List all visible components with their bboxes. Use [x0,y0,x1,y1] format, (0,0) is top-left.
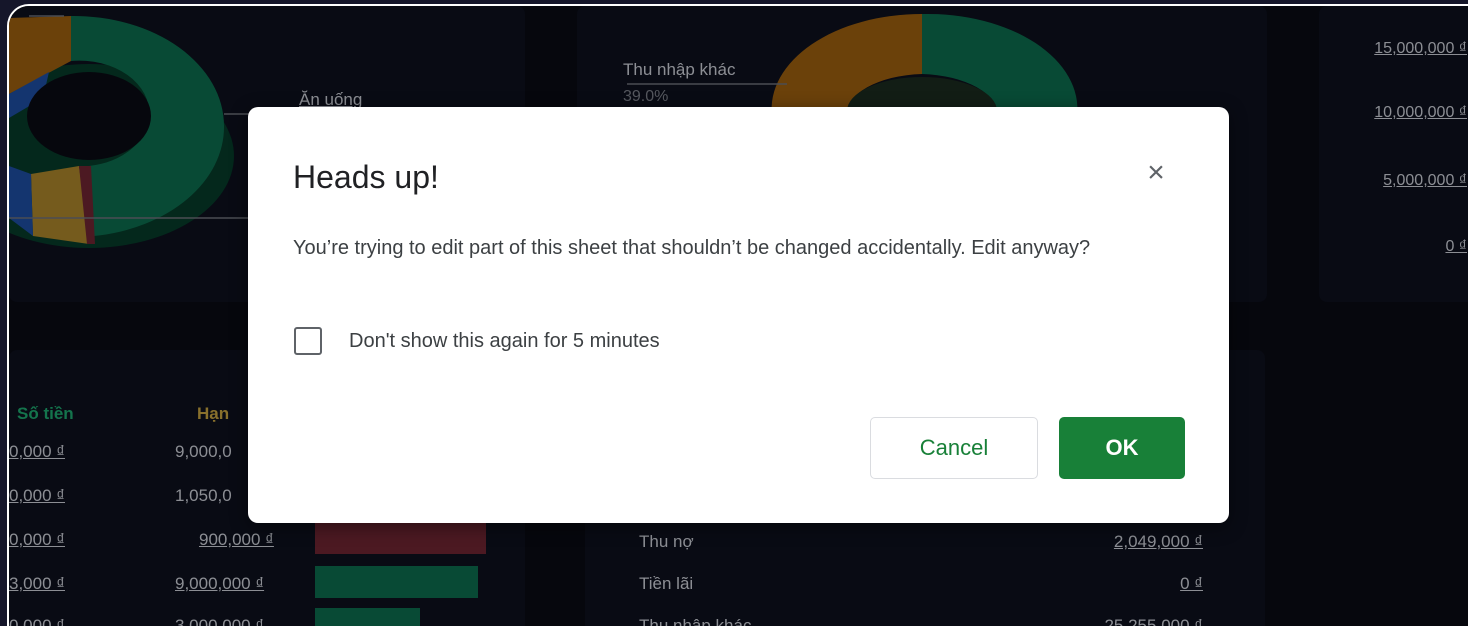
cancel-button[interactable]: Cancel [870,417,1038,479]
dialog-message: You’re trying to edit part of this sheet… [293,237,1091,259]
dont-show-again-row: Don't show this again for 5 minutes [294,327,660,355]
ok-button[interactable]: OK [1059,417,1185,479]
close-icon[interactable]: × [1138,155,1174,191]
heads-up-dialog: Heads up! × You’re trying to edit part o… [248,107,1229,523]
dialog-title: Heads up! [293,159,439,195]
dont-show-again-checkbox[interactable] [294,327,322,355]
close-icon-glyph: × [1147,156,1165,189]
dont-show-again-label[interactable]: Don't show this again for 5 minutes [349,330,660,353]
